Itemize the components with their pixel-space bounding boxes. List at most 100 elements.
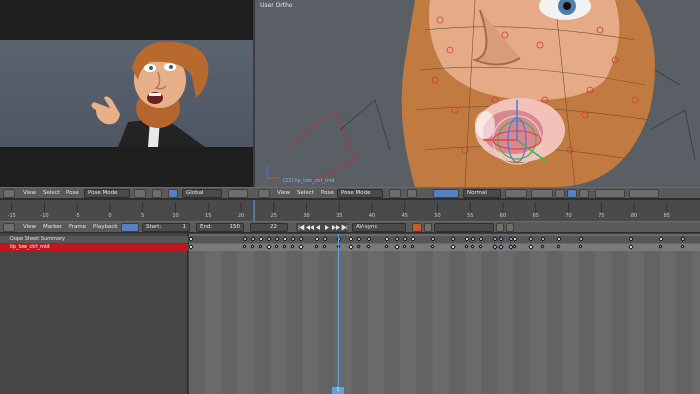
- dopesheet-keyframe-area[interactable]: 1: [189, 234, 700, 394]
- layer-buttons-b[interactable]: [531, 189, 553, 198]
- keyframe-tools[interactable]: [595, 189, 625, 198]
- lock-button[interactable]: [555, 189, 565, 198]
- timeline-tick-label: 75: [598, 213, 605, 219]
- marker-menu[interactable]: Marker: [43, 224, 62, 230]
- dopesheet-channel-list: Dope Sheet Summary lip_low_ctrl_mid: [0, 234, 188, 394]
- sync-dropdown-label: AV-sync: [356, 224, 378, 230]
- proportional-edit-button[interactable]: [567, 189, 577, 198]
- dopesheet-grid-band: [514, 251, 530, 394]
- start-frame-value: 1: [182, 224, 187, 230]
- playback-menu[interactable]: Playback: [93, 224, 118, 230]
- camera-render-view: [0, 40, 253, 147]
- camera-viewport[interactable]: [0, 0, 253, 187]
- mode-dropdown[interactable]: Pose Mode: [337, 189, 383, 198]
- mode-dropdown[interactable]: Pose Mode: [84, 189, 130, 198]
- timeline-ruler[interactable]: -15 -10 -5 0 5 10 15 20 25 30 35 40 45 50 55 60 65 70 75 80…: [0, 199, 700, 222]
- dopesheet-grid: [189, 251, 693, 394]
- current-frame-value: 22: [270, 224, 277, 230]
- pose-menu[interactable]: Pose: [321, 190, 334, 196]
- orientation-dropdown[interactable]: Global: [182, 189, 222, 198]
- range-toggle[interactable]: [121, 223, 139, 232]
- playhead-line[interactable]: [338, 234, 339, 394]
- timeline-tick-label: 55: [467, 213, 474, 219]
- timeline-tick-label: 85: [663, 213, 670, 219]
- editor-type-button[interactable]: [258, 189, 270, 198]
- keying-set-dropdown[interactable]: [434, 223, 494, 232]
- timeline-tick-label: 40: [368, 213, 376, 219]
- sync-dropdown[interactable]: AV-sync: [352, 223, 406, 232]
- timeline-tick-label: 0: [108, 213, 112, 219]
- dopesheet-grid-band: [546, 251, 563, 394]
- timeline-tick-label: 35: [336, 213, 343, 219]
- timeline-tick-label: 20: [237, 213, 245, 219]
- view3d-header-left: View Select Pose Pose Mode Global: [0, 187, 255, 199]
- pivot-dropdown[interactable]: Normal: [463, 189, 501, 198]
- timeline-tick-label: 15: [205, 213, 212, 219]
- channel-lip-low-ctrl-mid[interactable]: lip_low_ctrl_mid: [0, 244, 188, 251]
- dopesheet-grid-band: [611, 251, 628, 394]
- user-ortho-viewport[interactable]: User Ortho (22) lip_low_ctrl_mid: [255, 0, 700, 187]
- dopesheet-grid-band: [481, 251, 498, 394]
- current-frame-field[interactable]: 22: [250, 223, 288, 232]
- dopesheet-header: View Marker Frame Playback Start: 1 End:…: [0, 221, 700, 233]
- mode-dropdown-label: Pose Mode: [88, 190, 118, 196]
- timeline-tick-label: 65: [532, 213, 539, 219]
- timeline-tick-label: -15: [7, 213, 16, 219]
- orientation-dropdown-label: Global: [186, 190, 204, 196]
- dopesheet-grid-band: [416, 251, 433, 394]
- view-menu[interactable]: View: [23, 190, 36, 196]
- snap-button[interactable]: [579, 189, 589, 198]
- channel-summary[interactable]: Dope Sheet Summary: [0, 236, 188, 243]
- dopesheet-grid-band: [449, 251, 465, 394]
- viewport-label: User Ortho: [260, 2, 293, 9]
- timeline-tick-label: 5: [141, 213, 145, 219]
- editor-type-button[interactable]: [3, 223, 15, 232]
- timeline-tick-label: -5: [74, 213, 80, 219]
- keying-button[interactable]: [424, 223, 432, 232]
- select-menu[interactable]: Select: [43, 190, 60, 196]
- pivot-dropdown-label: Normal: [467, 190, 487, 196]
- frame-menu[interactable]: Frame: [69, 224, 86, 230]
- delete-keyframe-button[interactable]: [506, 223, 514, 232]
- render-buttons[interactable]: [629, 189, 659, 198]
- mode-dropdown-label: Pose Mode: [341, 190, 371, 196]
- manipulator-buttons[interactable]: [433, 189, 459, 198]
- insert-keyframe-button[interactable]: [496, 223, 504, 232]
- playhead-frame-badge[interactable]: 1: [332, 387, 344, 394]
- dopesheet-grid-band: [286, 251, 303, 394]
- record-button[interactable]: [412, 223, 422, 232]
- timeline-ticks: [11, 200, 668, 222]
- view-menu[interactable]: View: [23, 224, 36, 230]
- shading-button[interactable]: [389, 189, 401, 198]
- editor-type-button[interactable]: [3, 189, 15, 198]
- dopesheet-grid-band: [676, 251, 693, 394]
- timeline-tick-label: 70: [565, 213, 572, 219]
- playback-controls[interactable]: [296, 223, 348, 232]
- channel-label: lip_low_ctrl_mid: [10, 244, 50, 250]
- dopesheet-grid-band: [351, 251, 368, 394]
- view-menu[interactable]: View: [277, 190, 290, 196]
- timeline-tick-label: 10: [172, 213, 179, 219]
- select-menu[interactable]: Select: [297, 190, 314, 196]
- timeline-tick-label: 30: [303, 213, 310, 219]
- timeline-tick-label: 25: [270, 213, 277, 219]
- start-frame-label: Start:: [146, 224, 162, 230]
- channel-summary-label: Dope Sheet Summary: [10, 236, 65, 242]
- layer-buttons-a[interactable]: [505, 189, 527, 198]
- pose-menu[interactable]: Pose: [66, 190, 79, 196]
- end-frame-field[interactable]: End: 150: [196, 223, 244, 232]
- pivot-button[interactable]: [152, 189, 162, 198]
- timeline-tick-label: 50: [434, 213, 441, 219]
- layer-buttons[interactable]: [228, 189, 248, 198]
- manipulator-toggle[interactable]: [168, 189, 178, 198]
- dopesheet-grid-band: [319, 251, 335, 394]
- view3d-header-right: View Select Pose Pose Mode Normal: [255, 187, 700, 199]
- end-frame-label: End:: [200, 224, 213, 230]
- timeline-tick-label: 45: [401, 213, 408, 219]
- viewport-status-text: (22) lip_low_ctrl_mid: [283, 178, 335, 184]
- start-frame-field[interactable]: Start: 1: [142, 223, 190, 232]
- pivot-button[interactable]: [407, 189, 417, 198]
- dopesheet-grid-band: [644, 251, 660, 394]
- shading-button[interactable]: [134, 189, 146, 198]
- dopesheet-grid-band: [579, 251, 595, 394]
